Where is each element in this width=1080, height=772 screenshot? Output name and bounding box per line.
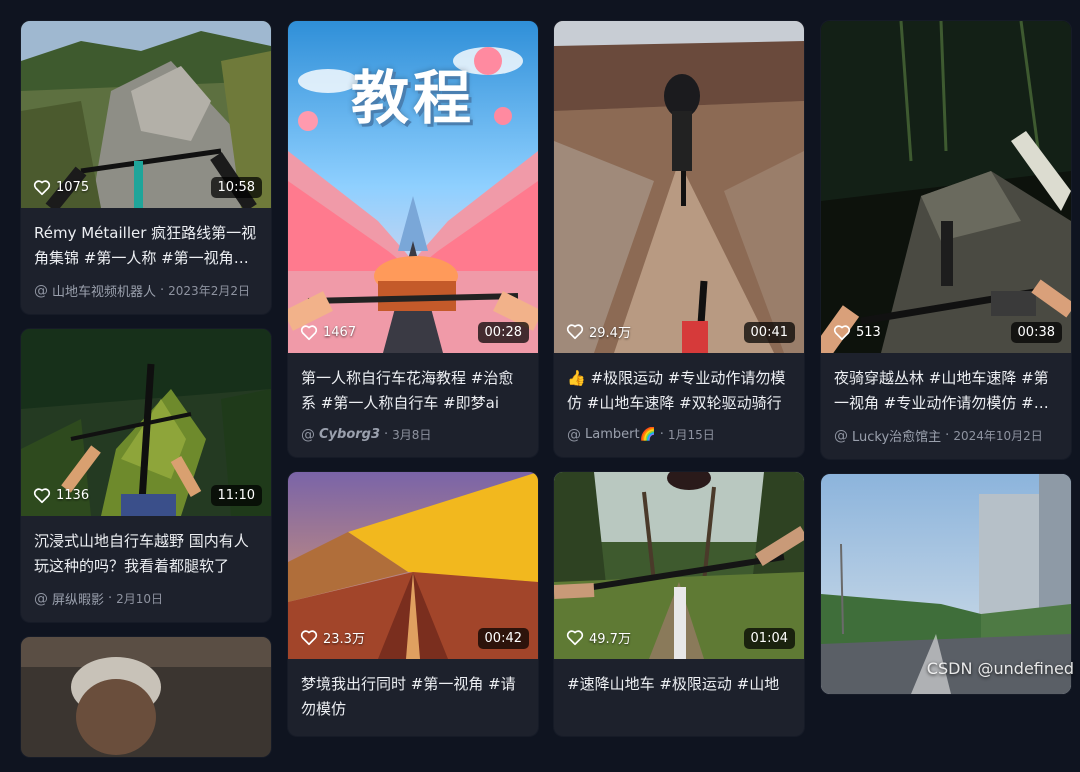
post-date: 1月15日 [667,428,715,442]
like-count[interactable]: 29.4万 [566,322,631,341]
like-count[interactable]: 1136 [33,487,89,504]
author-name[interactable]: 山地车视频机器人 [52,281,156,300]
thumbnail-overlay-text: 教程 [350,64,475,132]
at-icon: @ [301,426,315,443]
like-count-value: 29.4万 [589,326,631,341]
like-count[interactable]: 49.7万 [566,628,631,647]
video-card[interactable]: 513 00:38 夜骑穿越丛林 #山地车速降 #第一视角 #专业动作请勿模仿 … [821,21,1071,459]
heart-icon [33,488,51,504]
video-caption[interactable]: 夜骑穿越丛林 #山地车速降 #第一视角 #专业动作请勿模仿 #山地车 [834,366,1058,416]
video-thumbnail[interactable]: 23.3万 00:42 [288,472,538,659]
video-duration: 00:41 [743,322,795,343]
video-caption[interactable]: 沉浸式山地自行车越野 国内有人玩这种的吗？我看着都腿软了 [34,529,258,579]
separator-dot: · [945,428,950,443]
separator-dot: · [384,427,389,442]
video-duration: 00:42 [477,628,529,649]
like-count-value: 23.3万 [323,632,365,647]
video-duration: 00:38 [1010,322,1062,343]
video-thumbnail[interactable]: 29.4万 00:41 [554,21,804,353]
video-caption[interactable]: #速降山地车 #极限运动 #山地 [567,672,791,722]
video-card[interactable]: 教程 1467 00:28 第一人称自行车花海教程 #治愈系 #第一人称自行车 … [288,21,538,457]
video-caption[interactable]: 梦境我出行同时 #第一视角 #请勿模仿 [301,672,525,722]
heart-icon [300,630,318,646]
like-count-value: 1075 [56,180,90,195]
like-count-value: 513 [856,325,881,340]
heart-icon [566,630,584,646]
like-count[interactable]: 1467 [300,324,356,341]
heart-icon [833,325,851,341]
video-thumbnail[interactable] [21,637,271,757]
author-name[interactable]: Lucky治愈馆主 [852,426,941,445]
at-icon: @ [567,426,581,443]
video-card[interactable]: 49.7万 01:04 #速降山地车 #极限运动 #山地 [554,472,804,736]
video-thumbnail[interactable]: 1075 10:58 [21,21,271,208]
like-count[interactable]: 23.3万 [300,628,365,647]
post-date: 2024年10月2日 [953,429,1043,443]
at-icon: @ [34,590,48,607]
at-icon: @ [834,427,848,444]
video-card[interactable]: 29.4万 00:41 👍 #极限运动 #专业动作请勿模仿 #山地车速降 #双轮… [554,21,804,457]
separator-dot: · [160,283,165,298]
author-name[interactable]: 屏纵暇影 [52,589,104,608]
video-duration: 00:28 [477,322,529,343]
video-caption[interactable]: 👍 #极限运动 #专业动作请勿模仿 #山地车速降 #双轮驱动骑行 [567,366,791,416]
video-thumbnail[interactable]: 1136 11:10 [21,329,271,516]
heart-icon [566,324,584,340]
like-count[interactable]: 1075 [33,179,89,196]
heart-icon [300,325,318,341]
video-duration: 10:58 [210,177,262,198]
separator-dot: · [108,591,113,606]
video-duration: 01:04 [743,628,795,649]
video-caption[interactable]: Rémy Métailler 疯狂路线第一视角集锦 #第一人称 #第一视角骑行 [34,221,258,271]
watermark-text: CSDN @undefined [926,659,1074,678]
separator-dot: · [659,427,664,442]
video-card[interactable] [21,637,271,757]
post-date: 2月10日 [116,592,164,606]
like-count-value: 1136 [56,488,90,503]
like-count[interactable]: 513 [833,324,881,341]
thumbnail-image [821,21,1071,353]
heart-icon [33,180,51,196]
video-card[interactable]: 23.3万 00:42 梦境我出行同时 #第一视角 #请勿模仿 [288,472,538,736]
thumbnail-image [21,637,271,757]
like-count-value: 1467 [323,325,357,340]
author-name[interactable]: Cyborg3 [319,427,380,442]
thumbnail-image [554,21,804,353]
author-name[interactable]: Lambert🌈 [585,427,656,442]
like-count-value: 49.7万 [589,632,631,647]
video-card[interactable]: 1075 10:58 Rémy Métailler 疯狂路线第一视角集锦 #第一… [21,21,271,314]
video-caption[interactable]: 第一人称自行车花海教程 #治愈系 #第一人称自行车 #即梦ai [301,366,525,416]
at-icon: @ [34,282,48,299]
video-duration: 11:10 [210,485,262,506]
video-thumbnail[interactable]: 49.7万 01:04 [554,472,804,659]
post-date: 2023年2月2日 [168,284,250,298]
post-date: 3月8日 [392,428,432,442]
video-card[interactable]: 1136 11:10 沉浸式山地自行车越野 国内有人玩这种的吗？我看着都腿软了 … [21,329,271,622]
video-thumbnail[interactable]: 513 00:38 [821,21,1071,353]
video-thumbnail[interactable]: 教程 1467 00:28 [288,21,538,353]
